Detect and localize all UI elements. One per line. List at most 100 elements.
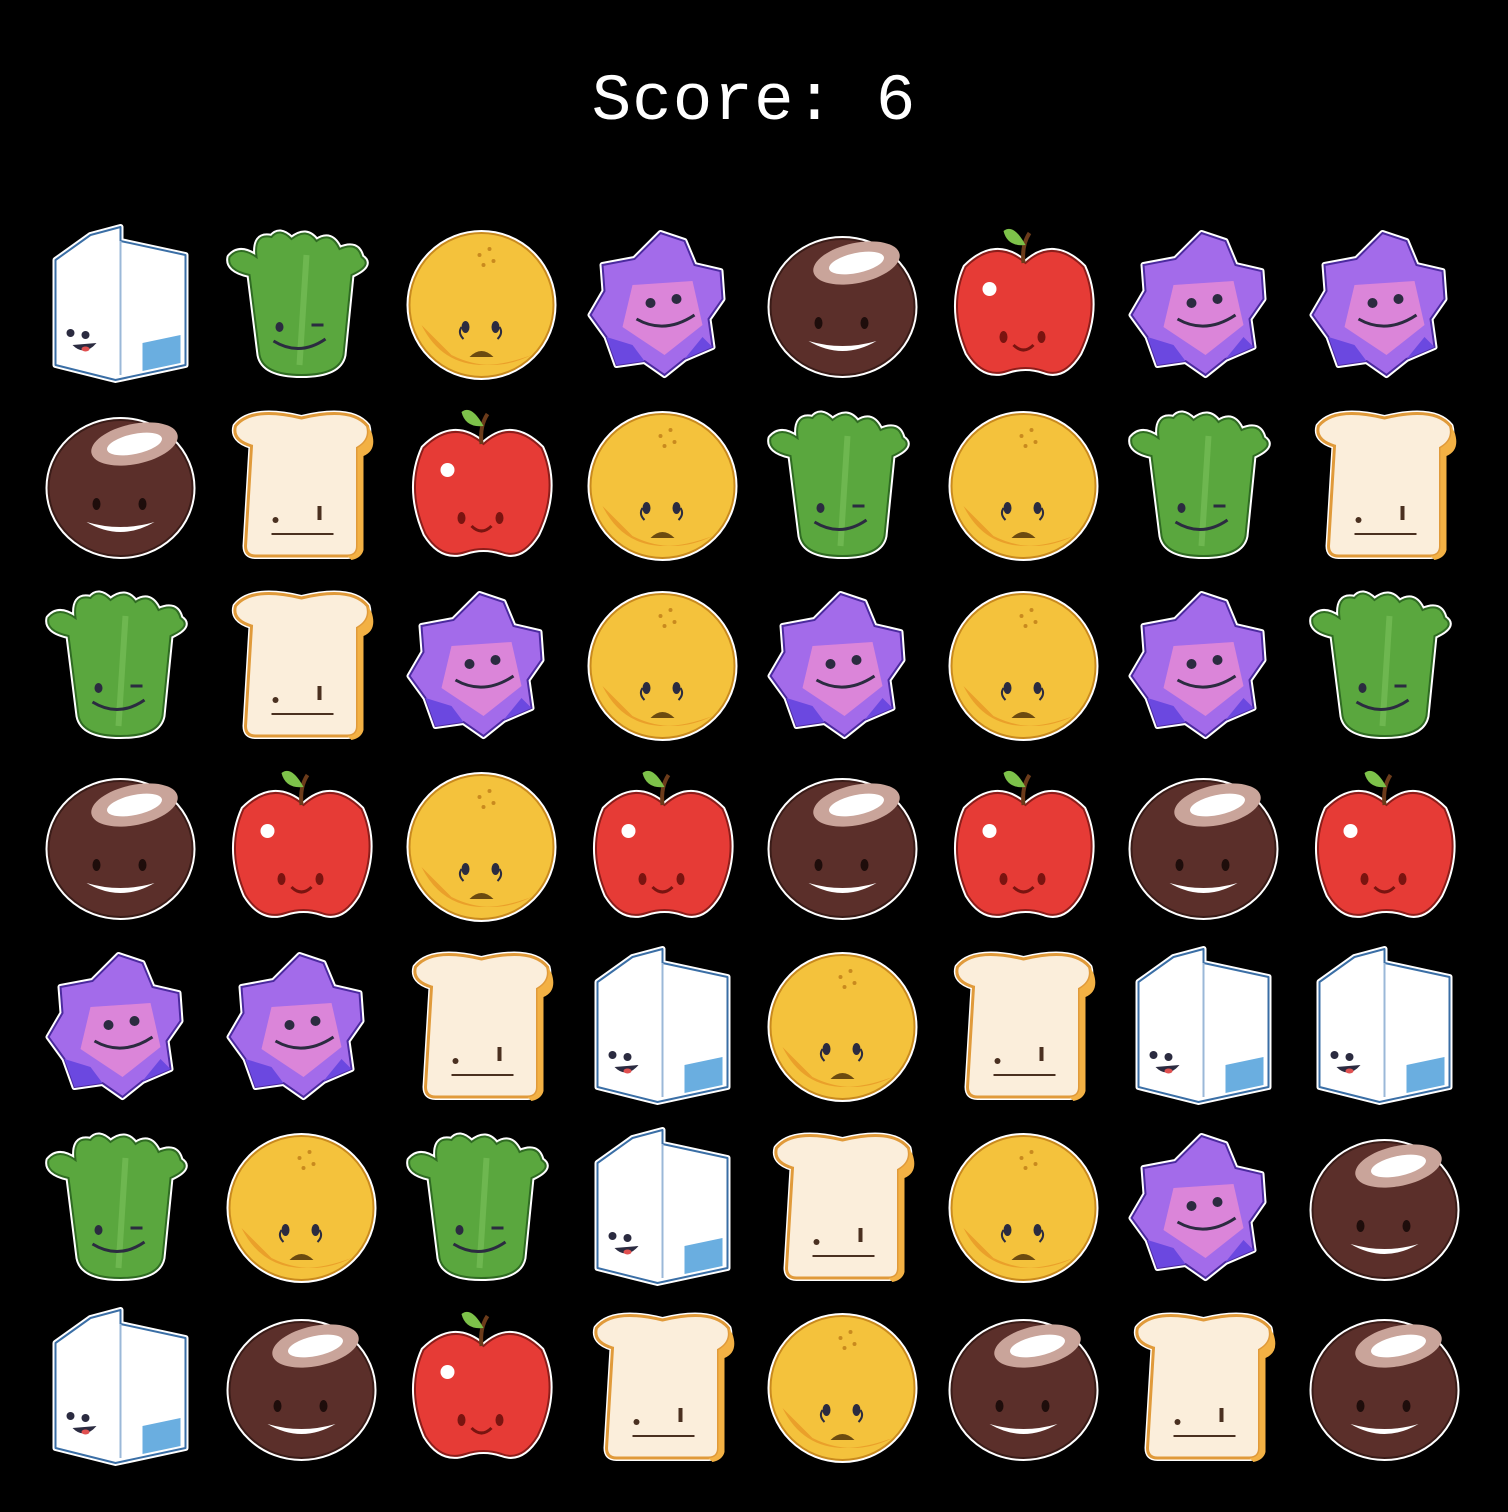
score-display: Score: 6 [591, 64, 917, 139]
board-tile[interactable] [1294, 1118, 1475, 1298]
broccoli-icon [1308, 590, 1452, 739]
broccoli-icon [225, 229, 369, 378]
board-tile[interactable] [391, 1298, 572, 1478]
board-tile[interactable] [211, 396, 392, 576]
board-tile[interactable] [391, 215, 572, 395]
purple-gem-icon [406, 591, 545, 739]
board-tile[interactable] [752, 1298, 933, 1478]
orange-icon [948, 410, 1098, 561]
board-tile[interactable] [211, 1298, 392, 1478]
board-tile[interactable] [572, 1118, 753, 1298]
apple-icon [1314, 770, 1455, 918]
broccoli-icon [406, 1132, 549, 1281]
bread-icon [411, 951, 554, 1101]
board-tile[interactable] [933, 1118, 1114, 1298]
orange-icon [406, 771, 557, 922]
board-tile[interactable] [1294, 215, 1475, 395]
broccoli-icon [45, 590, 188, 739]
board-tile[interactable] [933, 215, 1114, 395]
board-tile[interactable] [1113, 757, 1294, 937]
board-tile[interactable] [752, 757, 933, 937]
board-tile[interactable] [30, 937, 211, 1117]
coconut-icon [45, 777, 196, 920]
bread-icon [772, 1132, 915, 1282]
board-tile[interactable] [572, 937, 753, 1117]
board-tile[interactable] [1294, 937, 1475, 1117]
board-tile[interactable] [752, 1118, 933, 1298]
coconut-icon [1128, 777, 1279, 920]
board-tile[interactable] [752, 937, 933, 1117]
bread-icon [231, 590, 373, 740]
orange-icon [587, 410, 737, 561]
orange-icon [948, 591, 1098, 741]
board-tile[interactable] [572, 1298, 753, 1478]
orange-icon [767, 1313, 918, 1463]
broccoli-icon [1128, 410, 1271, 559]
apple-icon [231, 770, 372, 918]
board-tile[interactable] [30, 215, 211, 395]
board-tile[interactable] [30, 576, 211, 756]
board-tile[interactable] [30, 1118, 211, 1298]
board-tile[interactable] [1113, 1298, 1294, 1478]
board-tile[interactable] [1113, 1118, 1294, 1298]
board-tile[interactable] [391, 1118, 572, 1298]
milk-carton-icon [52, 224, 189, 383]
board-tile[interactable] [30, 1298, 211, 1478]
board-tile[interactable] [211, 215, 392, 395]
milk-carton-icon [594, 1126, 730, 1286]
board-tile[interactable] [211, 576, 392, 756]
board-tile[interactable] [391, 937, 572, 1117]
board-tile[interactable] [572, 757, 753, 937]
board-tile[interactable] [1294, 757, 1475, 937]
board-tile[interactable] [933, 396, 1114, 576]
board-tile[interactable] [572, 576, 753, 756]
apple-icon [412, 409, 553, 557]
milk-carton-icon [52, 1307, 189, 1466]
milk-carton-icon [1135, 946, 1272, 1105]
apple-icon [592, 770, 733, 918]
board-tile[interactable] [752, 576, 933, 756]
board-tile[interactable] [572, 215, 753, 395]
broccoli-icon [45, 1132, 188, 1281]
board-tile[interactable] [1113, 396, 1294, 576]
board-tile[interactable] [1113, 576, 1294, 756]
purple-gem-icon [1309, 230, 1447, 378]
bread-icon [592, 1312, 734, 1462]
board-tile[interactable] [1294, 1298, 1475, 1478]
board-tile[interactable] [1294, 576, 1475, 756]
board-tile[interactable] [211, 1118, 392, 1298]
purple-gem-icon [226, 952, 364, 1100]
board-tile[interactable] [933, 937, 1114, 1117]
board-tile[interactable] [391, 396, 572, 576]
board-tile[interactable] [1113, 215, 1294, 395]
board-tile[interactable] [752, 396, 933, 576]
board-tile[interactable] [1113, 937, 1294, 1117]
orange-icon [767, 952, 918, 1102]
board-tile[interactable] [30, 396, 211, 576]
purple-gem-icon [1128, 591, 1267, 739]
bread-icon [1133, 1312, 1276, 1462]
game-board [30, 215, 1478, 1479]
apple-icon [953, 228, 1094, 376]
purple-gem-icon [587, 230, 725, 378]
coconut-icon [45, 416, 196, 559]
milk-carton-icon [1316, 946, 1452, 1105]
board-tile[interactable] [752, 215, 933, 395]
board-tile[interactable] [391, 576, 572, 756]
board-tile[interactable] [933, 576, 1114, 756]
board-tile[interactable] [211, 757, 392, 937]
board-tile[interactable] [30, 757, 211, 937]
board-tile[interactable] [933, 757, 1114, 937]
coconut-icon [948, 1319, 1098, 1461]
board-tile[interactable] [391, 757, 572, 937]
milk-carton-icon [594, 946, 730, 1105]
orange-icon [948, 1132, 1098, 1283]
bread-icon [953, 951, 1095, 1101]
coconut-icon [767, 777, 918, 920]
orange-icon [406, 230, 557, 380]
purple-gem-icon [767, 591, 906, 739]
board-tile[interactable] [211, 937, 392, 1117]
board-tile[interactable] [572, 396, 753, 576]
board-tile[interactable] [933, 1298, 1114, 1478]
board-tile[interactable] [1294, 396, 1475, 576]
